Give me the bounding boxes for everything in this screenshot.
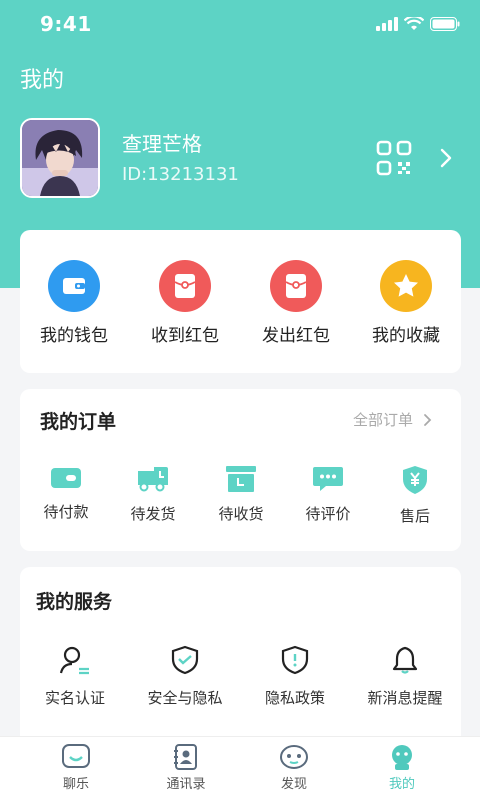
service-security-privacy[interactable]: 安全与隐私 bbox=[130, 645, 240, 708]
qr-code-icon bbox=[376, 140, 412, 176]
battery-icon bbox=[430, 17, 460, 31]
tab-contacts[interactable]: 通讯录 bbox=[146, 743, 226, 792]
red-packet-icon bbox=[270, 260, 322, 312]
shield-alert-icon bbox=[281, 645, 309, 675]
order-pending-review[interactable]: 待评价 bbox=[288, 465, 368, 524]
order-pending-receipt[interactable]: 待收货 bbox=[201, 465, 281, 524]
box-icon bbox=[226, 466, 256, 492]
shield-yen-icon bbox=[403, 466, 427, 494]
service-label: 安全与隐私 bbox=[147, 689, 223, 707]
discover-icon bbox=[280, 745, 308, 769]
page-title: 我的 bbox=[20, 68, 65, 93]
wallet-label: 收到红包 bbox=[151, 326, 219, 346]
tab-mine[interactable]: 我的 bbox=[362, 743, 442, 792]
tab-label: 通讯录 bbox=[166, 777, 206, 792]
contacts-icon bbox=[174, 744, 197, 770]
orders-title: 我的订单 bbox=[40, 411, 117, 433]
wallet-item-received-red-packet[interactable]: 收到红包 bbox=[135, 260, 235, 346]
service-label: 实名认证 bbox=[44, 689, 105, 707]
wallet-card: 我的钱包 收到红包 发出红包 我的收藏 bbox=[20, 230, 461, 373]
order-pending-payment[interactable]: 待付款 bbox=[26, 465, 106, 522]
chat-icon bbox=[62, 744, 90, 768]
wallet-label: 发出红包 bbox=[262, 326, 330, 346]
profile-chevron-button[interactable] bbox=[436, 146, 456, 170]
star-icon bbox=[380, 260, 432, 312]
all-orders-label: 全部订单 bbox=[352, 411, 413, 429]
service-privacy-policy[interactable]: 隐私政策 bbox=[240, 645, 350, 708]
tab-discover[interactable]: 发现 bbox=[254, 743, 334, 792]
user-verify-icon bbox=[59, 646, 89, 675]
services-title: 我的服务 bbox=[36, 591, 113, 613]
wallet-item-favorites[interactable]: 我的收藏 bbox=[356, 260, 456, 346]
chevron-right-icon bbox=[440, 148, 452, 168]
wallet-icon bbox=[48, 260, 100, 312]
order-label: 待收货 bbox=[218, 505, 264, 523]
wallet-label: 我的钱包 bbox=[40, 326, 108, 346]
service-real-name-verify[interactable]: 实名认证 bbox=[20, 645, 130, 708]
red-packet-icon bbox=[159, 260, 211, 312]
order-label: 待付款 bbox=[43, 503, 89, 521]
service-new-message-alert[interactable]: 新消息提醒 bbox=[350, 645, 460, 708]
orders-card: 我的订单 全部订单 待付款 待发货 待收货 待评价 售后 bbox=[20, 389, 461, 551]
service-label: 新消息提醒 bbox=[367, 689, 443, 707]
profile-icon bbox=[392, 745, 412, 770]
wallet-item-my-wallet[interactable]: 我的钱包 bbox=[24, 260, 124, 346]
all-orders-link[interactable]: 全部订单 bbox=[353, 409, 433, 430]
tab-label: 我的 bbox=[388, 777, 415, 792]
order-label: 售后 bbox=[399, 507, 430, 525]
tab-chat[interactable]: 聊乐 bbox=[36, 743, 116, 792]
comment-icon bbox=[313, 467, 343, 491]
user-id: ID:13213131 bbox=[122, 164, 239, 185]
status-time: 9:41 bbox=[40, 12, 92, 36]
signal-icon bbox=[376, 17, 398, 31]
status-bar: 9:41 bbox=[0, 0, 480, 48]
wallet-item-sent-red-packet[interactable]: 发出红包 bbox=[246, 260, 346, 346]
wallet-label: 我的收藏 bbox=[372, 326, 440, 346]
wallet-card-icon bbox=[51, 468, 81, 488]
service-label: 隐私政策 bbox=[264, 689, 325, 707]
tab-label: 发现 bbox=[280, 777, 307, 792]
wifi-icon bbox=[404, 17, 424, 30]
order-label: 待发货 bbox=[130, 505, 176, 523]
shield-check-icon bbox=[171, 645, 199, 675]
bell-icon bbox=[392, 646, 418, 674]
order-label: 待评价 bbox=[305, 505, 351, 523]
order-after-sales[interactable]: 售后 bbox=[375, 465, 455, 526]
truck-icon bbox=[138, 467, 168, 492]
avatar[interactable] bbox=[20, 118, 100, 198]
qr-code-button[interactable] bbox=[376, 140, 412, 176]
avatar-image bbox=[22, 120, 98, 196]
chevron-right-icon bbox=[424, 413, 432, 426]
tab-bar: 聊乐 通讯录 发现 我的 bbox=[0, 736, 480, 800]
tab-label: 聊乐 bbox=[62, 777, 89, 792]
user-name: 查理芒格 bbox=[122, 132, 202, 156]
order-pending-shipment[interactable]: 待发货 bbox=[113, 465, 193, 524]
status-icons bbox=[376, 17, 460, 31]
